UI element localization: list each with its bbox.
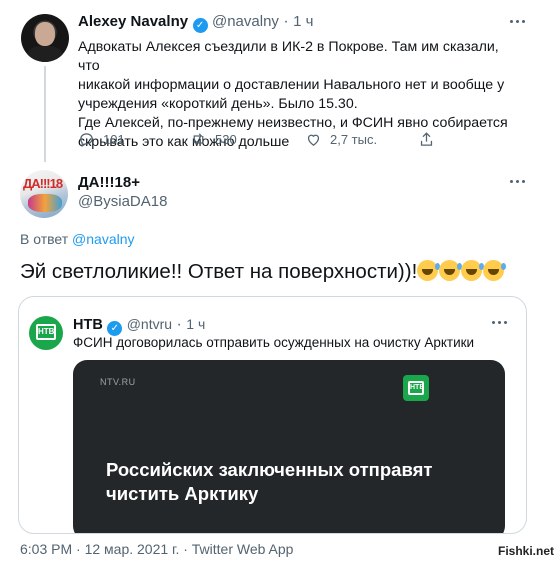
author-handle[interactable]: @BysiaDA18 [78, 193, 167, 210]
verified-badge-icon: ✓ [107, 321, 123, 336]
heart-icon [307, 134, 320, 146]
author-name[interactable]: ДА!!!18+ [78, 174, 140, 191]
quoted-tweet-card[interactable]: НТВ НТВ ✓ @ntvru · 1 ч ФСИН договорилась… [18, 296, 527, 534]
more-options-icon[interactable] [510, 180, 528, 186]
rofl-emoji-icon [439, 260, 463, 281]
rofl-emoji-icon [483, 260, 507, 281]
share-icon [420, 132, 433, 146]
reply-to-handle[interactable]: @navalny [72, 231, 134, 247]
retweet-icon [193, 133, 204, 146]
share-button[interactable] [418, 131, 435, 153]
watermark: Fishki.net [498, 544, 555, 558]
author-handle[interactable]: @navalny [212, 13, 279, 30]
tweet-time[interactable]: 1 ч [293, 13, 313, 30]
verified-badge-icon: ✓ [192, 18, 208, 33]
reply-icon [80, 133, 93, 148]
quote-media-image[interactable]: NTV.RU НТВ Российских заключенных отправ… [73, 360, 505, 533]
author-name[interactable]: Alexey Navalny [78, 13, 188, 30]
rofl-emoji-icon [461, 260, 485, 281]
quote-author-handle[interactable]: @ntvru [127, 316, 172, 332]
avatar-bysiada18[interactable]: ДА!!!18 [20, 170, 68, 218]
tweet1-header: Alexey Navalny ✓ @navalny · 1 ч [78, 13, 314, 33]
reply-button[interactable]: 101 [78, 131, 125, 148]
media-site-label: NTV.RU [100, 377, 136, 387]
more-options-icon[interactable] [492, 321, 510, 327]
media-headline: Российских заключенных отправят чистить … [106, 459, 433, 504]
like-button[interactable]: 2,7 тыс. [305, 131, 377, 148]
tweet1-text: Адвокаты Алексея съездили в ИК-2 в Покро… [78, 39, 508, 150]
retweet-button[interactable]: 530 [190, 131, 237, 148]
quote-time: 1 ч [186, 316, 206, 332]
rofl-emoji-icon [417, 260, 441, 281]
more-options-icon[interactable] [510, 20, 528, 26]
thread-line [44, 66, 46, 162]
quote-author-name[interactable]: НТВ [73, 317, 103, 333]
ntv-logo-icon: НТВ [29, 316, 63, 350]
tweet-timestamp[interactable]: 6:03 PM · 12 мар. 2021 г. · Twitter Web … [20, 541, 293, 557]
avatar-navalny[interactable] [21, 14, 69, 62]
quote-text: ФСИН договорилась отправить осужденных н… [73, 335, 475, 350]
tweet2-text: Эй светлоликие!! Ответ на поверхности))! [20, 259, 507, 285]
replying-to: В ответ @navalny [20, 231, 135, 247]
quote-header: НТВ ✓ @ntvru · 1 ч [73, 316, 206, 336]
ntv-media-logo-icon: НТВ [403, 375, 429, 401]
